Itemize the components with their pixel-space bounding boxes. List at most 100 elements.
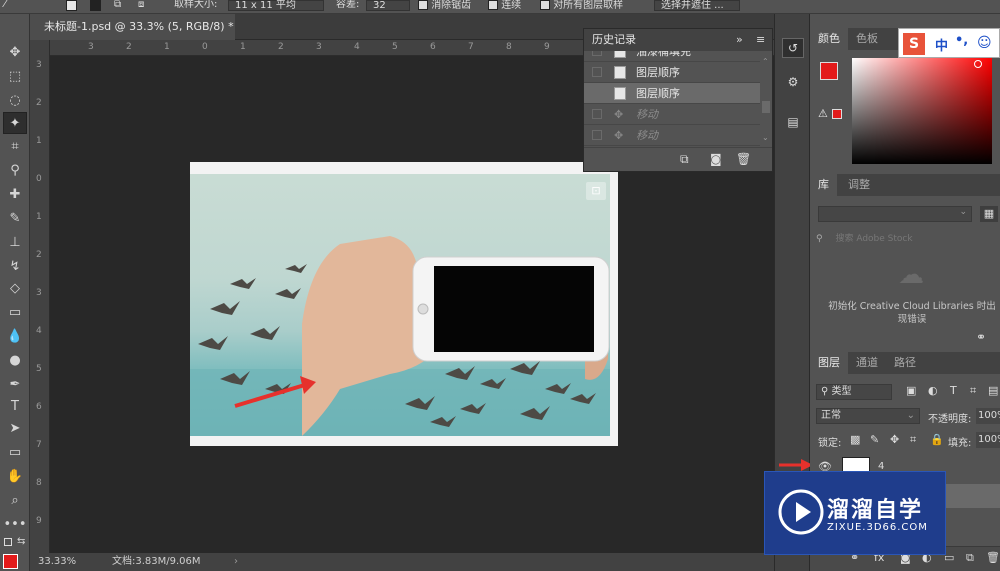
zoom-tool-icon[interactable]: ⌕ (3, 490, 27, 512)
fill-input[interactable]: 100% (976, 432, 1000, 448)
gamut-warning-icon[interactable]: ⚠ (818, 107, 828, 120)
filter-shape-icon[interactable]: ⌗ (970, 384, 976, 398)
history-snapshot-checkbox[interactable] (592, 109, 602, 119)
color-picker-cursor[interactable] (974, 60, 982, 68)
history-brush-tool-icon[interactable]: ↯ (3, 256, 27, 278)
move-tool-icon[interactable]: ✥ (3, 42, 27, 64)
collapse-panel-icon[interactable]: » (736, 29, 743, 51)
library-select[interactable]: ⌄ (818, 206, 972, 222)
scroll-down-icon[interactable]: ⌄ (762, 133, 769, 142)
marquee-tool-icon[interactable]: ⬚ (3, 66, 27, 88)
tab-channels[interactable]: 通道 (848, 352, 886, 374)
antialias-checkbox[interactable]: 消除锯齿 (418, 0, 471, 12)
tab-paths[interactable]: 路径 (886, 352, 924, 374)
lock-transparency-icon[interactable]: ▩ (850, 433, 860, 446)
blur-tool-icon[interactable]: 💧 (3, 326, 27, 348)
filter-adjustment-icon[interactable]: ◐ (928, 384, 938, 397)
add-selection-mode-icon[interactable] (90, 0, 101, 12)
layer-filter-select[interactable]: ⚲ 类型 (816, 384, 892, 400)
all-layers-checkbox[interactable]: 对所有图层取样 (540, 0, 623, 12)
tab-library[interactable]: 库 (810, 174, 837, 196)
select-and-mask-button[interactable]: 选择并遮住 ... (654, 0, 740, 12)
new-snapshot-icon[interactable]: ◙ (710, 152, 722, 166)
delete-layer-icon[interactable]: 🗑 (986, 551, 1000, 564)
dodge-tool-icon[interactable]: ● (3, 350, 27, 372)
healing-brush-tool-icon[interactable]: ✚ (3, 184, 27, 206)
subtract-selection-mode-icon[interactable]: ⧉ (114, 0, 121, 12)
chevron-down-icon: ⌄ (906, 410, 915, 421)
tab-color[interactable]: 颜色 (810, 28, 848, 50)
more-tools-icon[interactable]: ••• (3, 514, 27, 536)
history-item[interactable]: 油漆桶填充 (584, 51, 760, 62)
history-item[interactable]: ✥ 移动 (584, 104, 760, 125)
tab-layers[interactable]: 图层 (810, 352, 848, 374)
clone-stamp-tool-icon[interactable]: ⊥ (3, 232, 27, 254)
scroll-up-icon[interactable]: ⌃ (762, 57, 769, 66)
opacity-input[interactable]: 100% (976, 408, 1000, 424)
eyedropper-tool-icon[interactable]: ⚲ (3, 160, 27, 182)
history-item[interactable]: 图层顺序 (584, 62, 760, 83)
tolerance-input[interactable]: 32 (366, 0, 410, 12)
gamut-color-chip[interactable] (832, 109, 842, 119)
scroll-thumb[interactable] (762, 101, 770, 113)
magic-wand-tool-icon[interactable]: ⁄ (4, 0, 6, 12)
path-selection-tool-icon[interactable]: ➤ (3, 418, 27, 440)
panel-menu-icon[interactable]: ≡ (756, 29, 765, 51)
lock-image-icon[interactable]: ✎ (870, 433, 879, 446)
document-tab[interactable]: 未标题-1.psd @ 33.3% (5, RGB/8) * × (30, 14, 235, 59)
contiguous-checkbox[interactable]: 连续 (488, 0, 521, 12)
blend-mode-select[interactable]: 正常 ⌄ (816, 408, 920, 424)
history-snapshot-checkbox[interactable] (592, 51, 602, 56)
default-colors-icon[interactable] (4, 538, 12, 546)
eraser-tool-icon[interactable]: ◇ (3, 278, 27, 300)
stock-search-field[interactable]: ⚲ 搜索 Adobe Stock (816, 230, 998, 248)
delete-state-icon[interactable]: 🗑 (736, 152, 751, 166)
lock-artboard-icon[interactable]: ⌗ (910, 433, 916, 447)
history-snapshot-checkbox[interactable] (592, 88, 602, 98)
zoom-level[interactable]: 33.33% (38, 553, 76, 571)
hand-tool-icon[interactable]: ✋ (3, 466, 27, 488)
color-picker-field[interactable] (852, 58, 992, 164)
filter-pixel-icon[interactable]: ▣ (906, 384, 916, 397)
ime-punctuation[interactable]: •, (955, 33, 968, 48)
ime-logo-icon[interactable]: S (903, 33, 925, 55)
lock-all-icon[interactable]: 🔒 (930, 433, 944, 446)
tab-adjustments[interactable]: 调整 (840, 174, 878, 196)
properties-panel-icon[interactable]: ⚙ (782, 72, 804, 92)
image-search-icon[interactable]: ⊡ (586, 182, 606, 200)
cc-sync-icon[interactable]: ⚭ (976, 330, 986, 344)
document-canvas[interactable]: ⊡ (190, 162, 618, 446)
swap-colors-icon[interactable]: ⇆ (17, 536, 25, 547)
foreground-color-swatch[interactable] (3, 554, 18, 569)
history-item[interactable]: ✥ 移动 (584, 125, 760, 146)
lock-position-icon[interactable]: ✥ (890, 433, 899, 446)
ime-emoji-icon[interactable]: ☺ (977, 35, 992, 51)
new-layer-icon[interactable]: ⧉ (966, 551, 974, 565)
foreground-color[interactable] (820, 62, 838, 80)
filter-type-icon[interactable]: T (950, 384, 957, 397)
magic-wand-tool-icon[interactable]: ✦ (3, 112, 27, 134)
ime-toolbar[interactable]: S 中 •, ☺ (898, 28, 1000, 58)
history-snapshot-checkbox[interactable] (592, 130, 602, 140)
history-scrollbar[interactable]: ⌃ ⌄ (760, 57, 772, 143)
rectangle-tool-icon[interactable]: ▭ (3, 442, 27, 464)
lasso-tool-icon[interactable]: ◌ (3, 90, 27, 112)
brush-tool-icon[interactable]: ✎ (3, 208, 27, 230)
status-menu-arrow[interactable]: › (234, 553, 238, 571)
new-document-from-state-icon[interactable]: ⧉ (680, 152, 689, 167)
filter-smart-object-icon[interactable]: ▤ (988, 384, 998, 397)
crop-tool-icon[interactable]: ⌗ (3, 136, 27, 158)
history-snapshot-checkbox[interactable] (592, 67, 602, 77)
grid-view-icon[interactable]: ▦ (980, 206, 998, 222)
type-tool-icon[interactable]: T (3, 396, 27, 418)
tab-swatches[interactable]: 色板 (848, 28, 886, 50)
history-item[interactable]: 图层顺序 (584, 83, 760, 104)
intersect-selection-mode-icon[interactable]: ⧈ (138, 0, 144, 12)
pen-tool-icon[interactable]: ✒ (3, 374, 27, 396)
sample-size-select[interactable]: 11 x 11 平均 (228, 0, 324, 12)
history-panel-icon[interactable]: ↺ (782, 38, 804, 58)
gradient-tool-icon[interactable]: ▭ (3, 302, 27, 324)
ime-language[interactable]: 中 (935, 35, 948, 54)
new-selection-mode-icon[interactable] (66, 0, 77, 12)
libraries-panel-icon[interactable]: ▤ (782, 112, 804, 132)
